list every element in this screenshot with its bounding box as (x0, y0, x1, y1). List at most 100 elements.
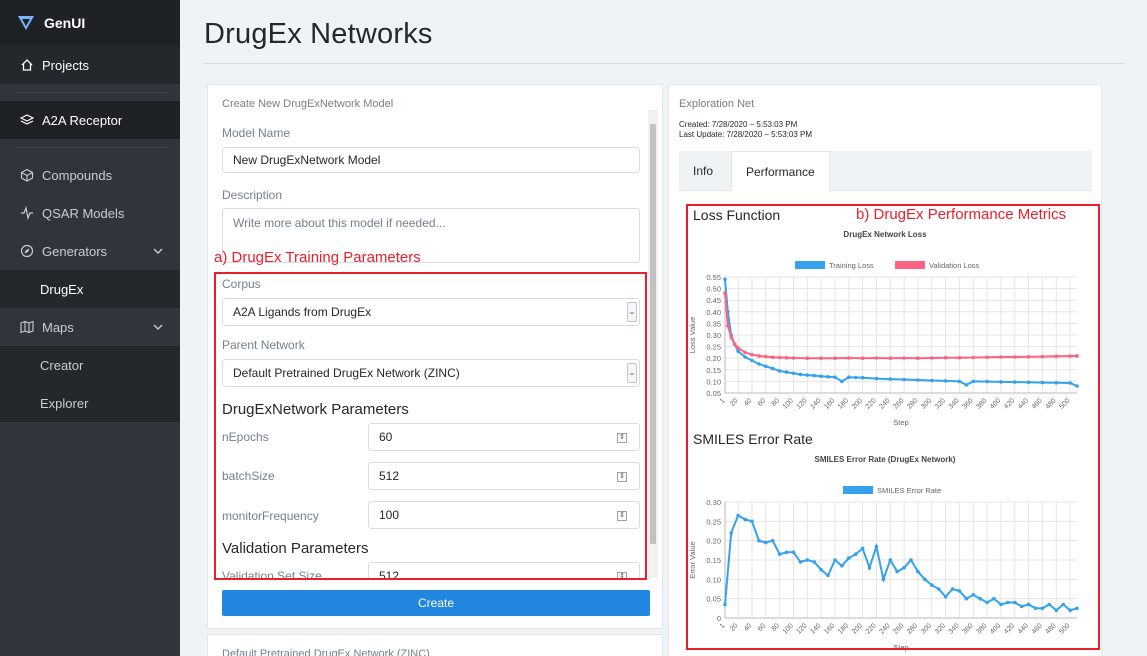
x-tick-label: 240 (878, 622, 891, 635)
data-point (874, 356, 879, 360)
parent-network-select[interactable]: Default Pretrained DrugEx Network (ZINC)… (222, 359, 640, 387)
data-point (757, 354, 761, 358)
data-point (736, 349, 740, 353)
x-tick-label: 300 (920, 397, 933, 410)
exploration-card: Exploration Net Created: 7/28/2020 – 5:5… (668, 84, 1102, 656)
model-name-input[interactable]: New DrugExNetwork Model (222, 147, 640, 173)
y-tick-label: 0.25 (706, 343, 721, 352)
y-tick-label: 0.40 (706, 308, 721, 317)
sidebar-item-label: QSAR Models (42, 205, 125, 221)
tab-info[interactable]: Info (679, 151, 727, 191)
nepochs-input[interactable]: 60 ⇕ (368, 423, 640, 451)
sidebar-item-project[interactable]: A2A Receptor (0, 101, 180, 139)
x-tick-label: 480 (1044, 397, 1057, 410)
x-tick-label: 380 (975, 397, 988, 410)
monitorfrequency-input[interactable]: 100 ⇕ (368, 501, 640, 529)
data-point (916, 569, 920, 574)
spinner-icon[interactable]: ⇕ (617, 511, 627, 521)
data-point (964, 383, 969, 387)
card-header: Default Pretrained DrugEx Network (ZINC) (222, 648, 430, 656)
scrollbar-thumb[interactable] (650, 124, 656, 544)
y-tick-label: 0.35 (706, 319, 721, 328)
card-header: Exploration Net (679, 98, 755, 110)
param-value: 100 (379, 508, 400, 522)
data-point (971, 593, 976, 597)
x-tick-label: 180 (837, 397, 850, 410)
data-point (798, 372, 803, 377)
corpus-value: A2A Ligands from DrugEx (233, 305, 372, 319)
corpus-select[interactable]: A2A Ligands from DrugEx ⌄ (222, 298, 640, 326)
y-axis-label: Loss Value (688, 317, 697, 354)
param-label: monitorFrequency (222, 509, 319, 523)
x-axis-label: Step (893, 643, 908, 652)
data-point (888, 558, 893, 562)
error-section-title: SMILES Error Rate (693, 431, 813, 447)
data-point (860, 546, 865, 551)
data-point (895, 569, 899, 574)
sidebar-item-generators[interactable]: Generators (0, 232, 180, 270)
data-point (833, 558, 837, 562)
tab-performance[interactable]: Performance (731, 151, 830, 191)
data-point (847, 375, 851, 379)
sidebar-item-compounds[interactable]: Compounds (0, 156, 180, 194)
sidebar-item-maps[interactable]: Maps (0, 308, 180, 346)
data-point (784, 355, 789, 360)
data-point (1040, 380, 1045, 385)
corpus-label: Corpus (222, 277, 261, 291)
data-point (770, 366, 775, 371)
card-header: Create New DrugExNetwork Model (222, 98, 394, 110)
annotation-performance-label: b) DrugEx Performance Metrics (856, 206, 1067, 223)
sidebar: GenUI Projects A2A Receptor Compounds QS… (0, 0, 180, 656)
scrollbar[interactable] (648, 110, 658, 578)
series-line (724, 514, 1078, 612)
data-point (1040, 606, 1045, 611)
data-point (833, 375, 837, 379)
sidebar-item-qsar-models[interactable]: QSAR Models (0, 194, 180, 232)
brand[interactable]: GenUI (0, 0, 180, 46)
data-point (916, 356, 920, 360)
y-tick-label: 0.15 (706, 556, 721, 565)
data-point (757, 362, 761, 366)
data-point (971, 355, 976, 360)
y-tick-label: 0.05 (706, 595, 721, 604)
data-point (840, 564, 844, 568)
data-point (723, 277, 727, 282)
batchsize-input[interactable]: 512 ⇕ (368, 462, 640, 490)
sidebar-item-projects[interactable]: Projects (0, 46, 180, 84)
data-point (791, 371, 796, 376)
x-tick-label: 220 (865, 397, 878, 410)
validation-set-size-input[interactable]: 512 ⇕ (368, 562, 640, 578)
compass-icon (20, 244, 34, 258)
data-point (1068, 381, 1072, 385)
sidebar-item-explorer[interactable]: Explorer (0, 384, 180, 422)
data-point (805, 356, 810, 360)
create-button[interactable]: Create (222, 590, 650, 616)
y-axis-label: Error Value (688, 541, 697, 578)
divider (14, 147, 166, 148)
spinner-icon[interactable]: ⇕ (617, 572, 627, 578)
annotation-training-label: a) DrugEx Training Parameters (214, 249, 421, 266)
x-tick-label: 20 (729, 622, 740, 633)
data-point (909, 558, 913, 562)
sidebar-item-label: DrugEx (40, 281, 84, 297)
x-tick-label: 40 (743, 622, 754, 633)
data-point (999, 380, 1003, 384)
data-point (847, 556, 851, 560)
y-tick-label: 0.20 (706, 537, 721, 546)
sidebar-item-creator[interactable]: Creator (0, 346, 180, 384)
sidebar-item-drugex[interactable]: DrugEx (0, 270, 180, 308)
sidebar-item-label: Projects (42, 57, 89, 73)
legend-label: Training Loss (829, 261, 874, 270)
data-point (943, 379, 948, 383)
data-point (764, 364, 768, 369)
data-point (1068, 608, 1072, 613)
data-point (957, 379, 962, 384)
x-tick-label: 100 (782, 622, 795, 635)
data-point (784, 370, 789, 374)
spinner-icon[interactable]: ⇕ (617, 433, 627, 443)
x-tick-label: 220 (865, 622, 878, 635)
spinner-icon[interactable]: ⇕ (617, 472, 627, 482)
data-point (1013, 600, 1017, 605)
tabs: Info Performance (679, 151, 1092, 191)
data-point (798, 560, 803, 564)
